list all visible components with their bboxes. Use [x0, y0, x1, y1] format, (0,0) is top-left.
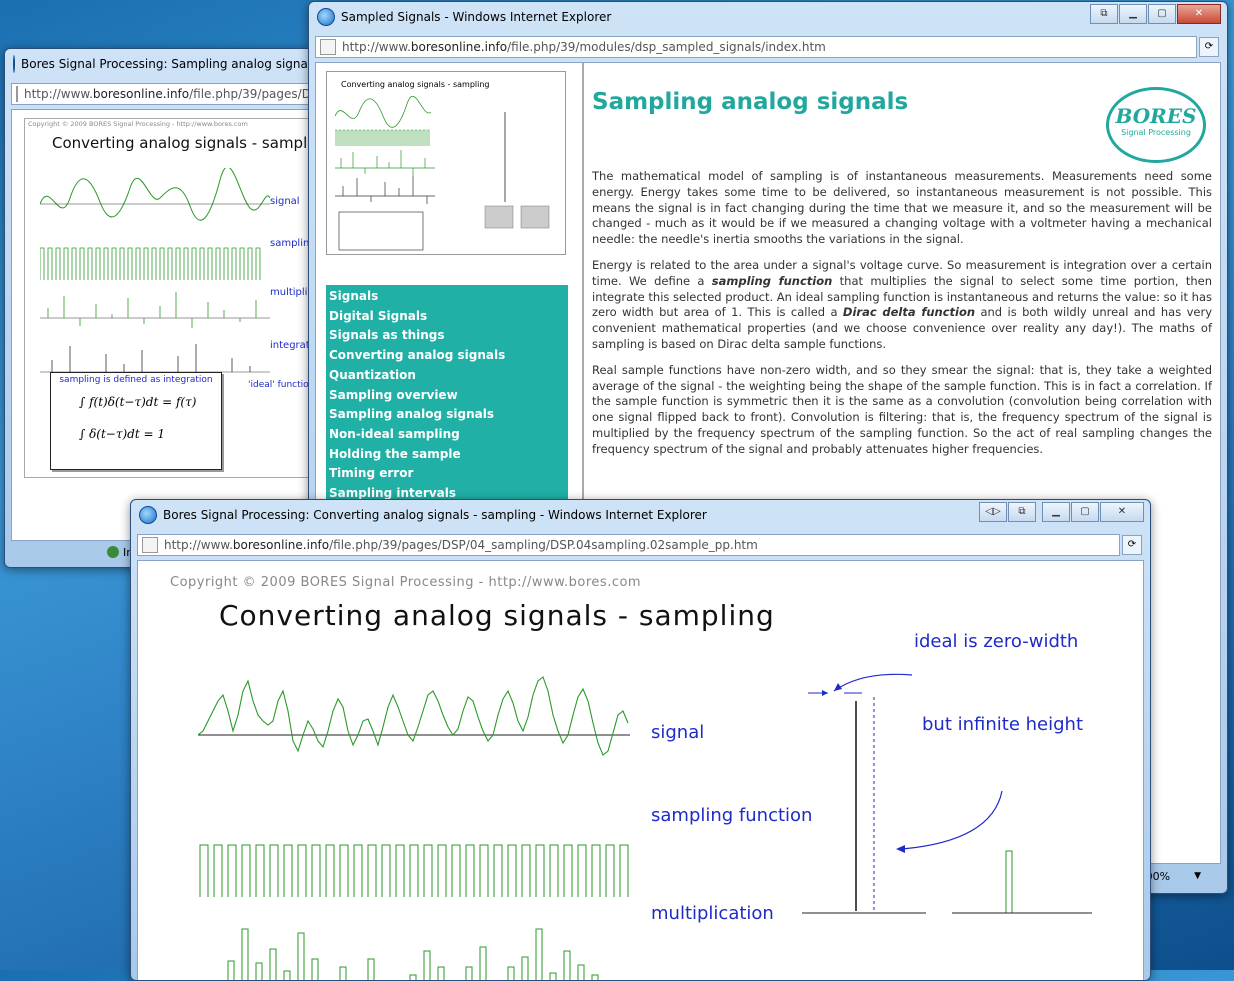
url-prefix: http://www.: [342, 40, 411, 54]
real-pulse: [1005, 850, 1013, 914]
minimize-button[interactable]: ▁: [1119, 4, 1147, 24]
box-caption: sampling is defined as integration: [59, 375, 213, 385]
minimize-button[interactable]: ▁: [1042, 502, 1070, 522]
menu-item-timing-error[interactable]: Timing error: [326, 464, 568, 484]
article-body: The mathematical model of sampling is of…: [592, 169, 1212, 468]
address-bar[interactable]: http://www. boresonline.info/file.php/39/…: [315, 36, 1197, 58]
window-controls: ◁▷ ⧉ ▁ ▢ ✕: [978, 502, 1144, 522]
label-multiplication: multiplication: [651, 903, 774, 924]
page-heading: Converting analog signals - sampli: [52, 134, 312, 152]
address-bar[interactable]: http://www. boresonline.info/file.php/39/…: [137, 534, 1120, 556]
window-title: Bores Signal Processing: Sampling analog…: [21, 57, 326, 71]
close-button[interactable]: ✕: [1177, 4, 1221, 24]
signal-trace: [40, 168, 270, 221]
url-domain: boresonline.info: [232, 538, 330, 552]
label-signal: signal: [651, 722, 705, 743]
bores-logo: BORES Signal Processing: [1106, 87, 1206, 163]
menu-item-holding-sample[interactable]: Holding the sample: [326, 445, 568, 465]
zoom-dropdown-icon[interactable]: ▼: [1194, 871, 1201, 881]
url-prefix: http://www.: [164, 538, 233, 552]
page-icon: [142, 537, 158, 553]
url-path: /file.php/39/pages/DSP: [189, 87, 326, 101]
url-prefix: http://www.: [24, 87, 93, 101]
p2-emphasis-1: sampling function: [711, 273, 833, 288]
label-signal: signal: [270, 196, 300, 207]
thumb-title: Converting analog signals - sampling: [341, 80, 490, 89]
thumbnail[interactable]: Converting analog signals - sampling: [326, 71, 566, 255]
nav-menu: Signals Digital Signals Signals as thing…: [326, 285, 568, 527]
copyright: Copyright © 2009 BORES Signal Processing…: [170, 575, 642, 590]
menu-item-sampling-overview[interactable]: Sampling overview: [326, 386, 568, 406]
menu-item-digital-signals[interactable]: Digital Signals: [326, 307, 568, 327]
logo-text: BORES: [1115, 104, 1197, 128]
compat-button[interactable]: ⧉: [1008, 502, 1036, 522]
page-icon: [16, 86, 18, 102]
plots-front: [198, 676, 630, 980]
thumb-plots: [335, 95, 550, 251]
menu-item-sampling-analog[interactable]: Sampling analog signals: [326, 405, 568, 425]
paragraph-3: Real sample functions have non-zero widt…: [592, 362, 1212, 456]
page-icon: [320, 39, 336, 55]
ideal-function-label: 'ideal' function: [248, 380, 315, 390]
window-title: Sampled Signals - Windows Internet Explo…: [341, 10, 612, 24]
menu-item-converting-analog[interactable]: Converting analog signals: [326, 346, 568, 366]
url-domain: boresonline.info: [410, 40, 508, 54]
menu-item-non-ideal[interactable]: Non-ideal sampling: [326, 425, 568, 445]
arrow-infinite-height: [901, 790, 1003, 850]
paragraph-1: The mathematical model of sampling is of…: [592, 169, 1212, 247]
url-path: /file.php/39/pages/DSP/04_sampling/DSP.0…: [329, 538, 758, 552]
maximize-button[interactable]: ▢: [1071, 502, 1099, 522]
maximize-button[interactable]: ▢: [1148, 4, 1176, 24]
compat-button[interactable]: ⧉: [1090, 4, 1118, 24]
multiplication-bars: [40, 292, 270, 328]
formula-2: ∫ δ(t−τ)dt = 1: [79, 427, 165, 441]
sampling-function-plot: [199, 844, 629, 897]
arrow-zero-width: [833, 673, 913, 692]
copyright: Copyright © 2009 BORES Signal Processing…: [28, 120, 248, 128]
globe-icon: [107, 546, 119, 558]
address-bar[interactable]: http://www. boresonline.info/file.php/39/…: [11, 83, 325, 105]
content-front: Copyright © 2009 BORES Signal Processing…: [137, 560, 1144, 980]
menu-item-quantization[interactable]: Quantization: [326, 366, 568, 386]
sampling-pulses: [40, 247, 261, 280]
close-button[interactable]: ✕: [1100, 502, 1144, 522]
label-sampling-function: sampling function: [651, 805, 813, 826]
ie-icon: [139, 506, 157, 524]
menu-item-signals[interactable]: Signals: [326, 287, 568, 307]
window-title: Bores Signal Processing: Converting anal…: [163, 508, 707, 522]
signal-plot: [198, 676, 630, 756]
formula-box: sampling is defined as integration ∫ f(t…: [50, 372, 222, 470]
titlebar-left[interactable]: Bores Signal Processing: Sampling analog…: [5, 49, 325, 79]
delta-diagram: [802, 673, 1092, 914]
note-zero-width: ideal is zero-width: [914, 631, 1079, 652]
article-title: Sampling analog signals: [592, 89, 909, 115]
page-heading: Converting analog signals - sampling: [219, 599, 775, 632]
window-left: Bores Signal Processing: Sampling analog…: [4, 48, 326, 568]
menu-item-signals-as-things[interactable]: Signals as things: [326, 326, 568, 346]
url-path: /file.php/39/modules/dsp_sampled_signals…: [507, 40, 826, 54]
content-left: Copyright © 2009 BORES Signal Processing…: [11, 109, 319, 541]
multiplication-plot: [227, 928, 599, 980]
resize-icon[interactable]: ◁▷: [979, 502, 1007, 522]
window-front: Bores Signal Processing: Converting anal…: [130, 499, 1151, 981]
url-domain: boresonline.info: [92, 87, 190, 101]
p2-emphasis-2: Dirac delta function: [842, 305, 976, 320]
formula-1: ∫ f(t)δ(t−τ)dt = f(τ): [79, 395, 197, 409]
refresh-icon[interactable]: ⟳: [1199, 37, 1219, 57]
ie-icon: [317, 8, 335, 26]
logo-subtitle: Signal Processing: [1121, 128, 1191, 137]
refresh-icon[interactable]: ⟳: [1122, 535, 1142, 555]
paragraph-2: Energy is related to the area under a si…: [592, 258, 1212, 353]
window-controls: ⧉ ▁ ▢ ✕: [1089, 4, 1221, 24]
ie-icon: [13, 55, 15, 73]
